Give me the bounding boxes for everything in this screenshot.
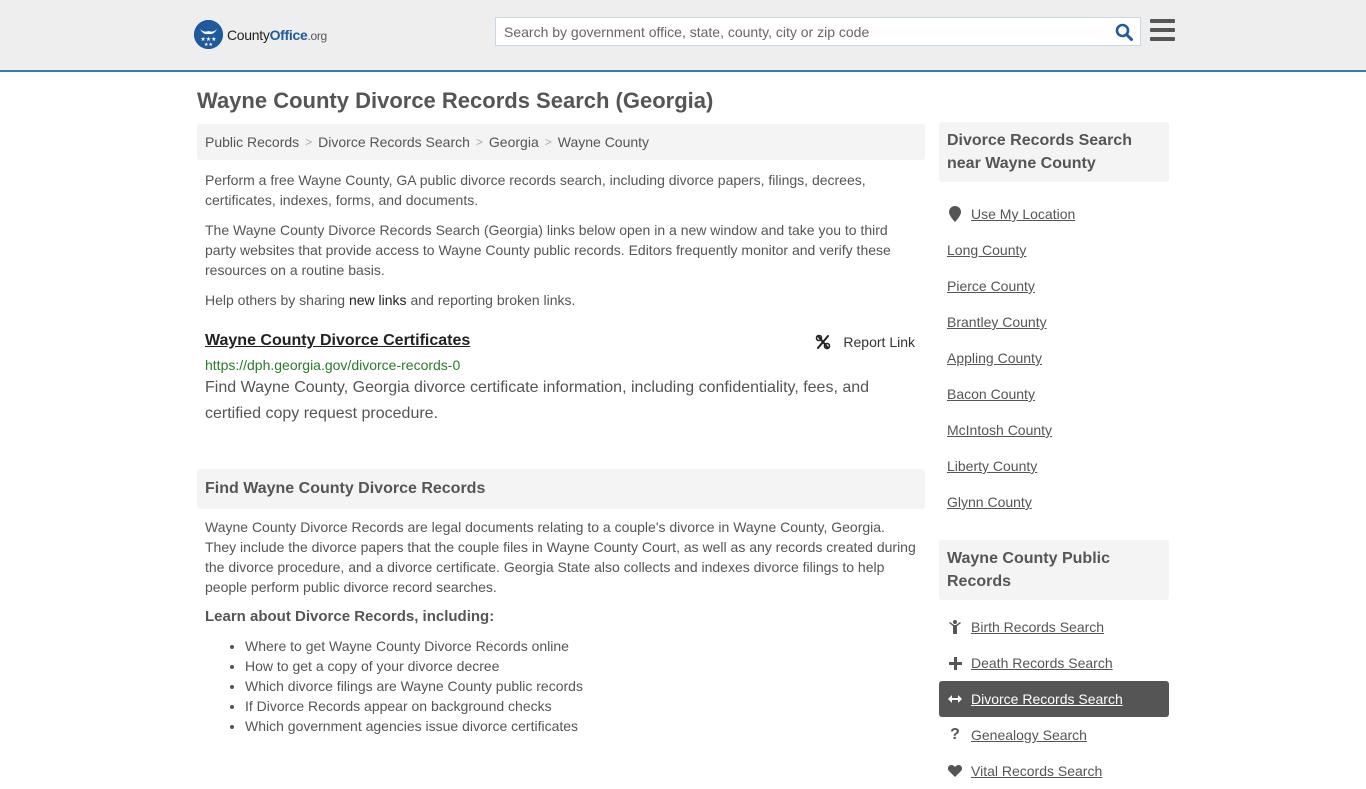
- list-item: Where to get Wayne County Divorce Record…: [245, 636, 925, 656]
- breadcrumb-georgia[interactable]: Georgia: [489, 134, 539, 150]
- breadcrumb-separator: >: [305, 135, 313, 149]
- death-records-link[interactable]: Death Records Search: [971, 655, 1113, 671]
- sidebar-item-divorce-records[interactable]: Divorce Records Search: [939, 681, 1169, 717]
- nearby-county-link[interactable]: Long County: [947, 242, 1026, 258]
- top-header: ★★★ ★★ CountyOffice.org: [0, 0, 1366, 72]
- search-input[interactable]: [496, 18, 1108, 45]
- sidebar-item-birth-records: Birth Records Search: [939, 609, 1169, 645]
- nearby-county-link[interactable]: Brantley County: [947, 314, 1047, 330]
- intro-paragraph: Perform a free Wayne County, GA public d…: [205, 172, 866, 208]
- hamburger-menu-icon[interactable]: [1150, 19, 1175, 41]
- breadcrumb: Public Records > Divorce Records Search …: [197, 124, 925, 160]
- child-icon: [947, 620, 963, 634]
- share-links-paragraph: Help others by sharing new links and rep…: [205, 292, 576, 308]
- search-icon: [1115, 23, 1133, 41]
- eagle-stars-icon: ★★★ ★★: [194, 20, 223, 49]
- site-logo[interactable]: ★★★ ★★ CountyOffice.org: [194, 20, 327, 49]
- breadcrumb-public-records[interactable]: Public Records: [205, 134, 299, 150]
- use-my-location-link[interactable]: Use My Location: [971, 206, 1075, 222]
- birth-records-link[interactable]: Birth Records Search: [971, 619, 1104, 635]
- breadcrumb-separator: >: [475, 135, 483, 149]
- nearby-county-list: Use My Location Long County Pierce Count…: [939, 196, 1169, 520]
- sidebar-item-brantley-county: Brantley County: [939, 304, 1169, 340]
- nearby-heading: Divorce Records Search near Wayne County: [939, 122, 1169, 182]
- divorce-records-link[interactable]: Divorce Records Search: [971, 691, 1123, 707]
- arrows-horizontal-icon: [947, 694, 963, 704]
- nearby-county-link[interactable]: Pierce County: [947, 278, 1035, 294]
- broken-link-icon: [816, 334, 831, 350]
- search-button[interactable]: [1108, 18, 1140, 45]
- genealogy-link[interactable]: Genealogy Search: [971, 727, 1087, 743]
- page-title: Wayne County Divorce Records Search (Geo…: [197, 88, 714, 113]
- use-my-location-item: Use My Location: [939, 196, 1169, 232]
- sidebar-item-bacon-county: Bacon County: [939, 376, 1169, 412]
- sidebar-item-death-records: Death Records Search: [939, 645, 1169, 681]
- breadcrumb-separator: >: [544, 135, 552, 149]
- search-bar: [495, 17, 1141, 46]
- resource-link-url: https://dph.georgia.gov/divorce-records-…: [205, 357, 461, 373]
- list-item: How to get a copy of your divorce decree: [245, 656, 925, 676]
- list-item: Which government agencies issue divorce …: [245, 716, 925, 736]
- find-records-paragraph: Wayne County Divorce Records are legal d…: [205, 519, 916, 595]
- breadcrumb-wayne-county[interactable]: Wayne County: [558, 134, 649, 150]
- sidebar: Divorce Records Search near Wayne County…: [939, 122, 1169, 789]
- public-records-list: Birth Records Search Death Records Searc…: [939, 609, 1169, 789]
- sidebar-item-glynn-county: Glynn County: [939, 484, 1169, 520]
- sidebar-item-appling-county: Appling County: [939, 340, 1169, 376]
- resource-link-title[interactable]: Wayne County Divorce Certificates: [205, 330, 470, 352]
- report-link-button[interactable]: Report Link: [815, 334, 915, 350]
- resource-link-description: Find Wayne County, Georgia divorce certi…: [205, 379, 870, 422]
- sidebar-item-genealogy: ? Genealogy Search: [939, 717, 1169, 753]
- learn-about-heading: Learn about Divorce Records, including:: [205, 608, 495, 625]
- learn-about-list: Where to get Wayne County Divorce Record…: [197, 636, 925, 736]
- breadcrumb-divorce-records-search[interactable]: Divorce Records Search: [318, 134, 470, 150]
- new-links-link[interactable]: new links: [349, 292, 407, 308]
- sidebar-item-pierce-county: Pierce County: [939, 268, 1169, 304]
- question-icon: ?: [950, 726, 960, 743]
- sidebar-item-liberty-county: Liberty County: [939, 448, 1169, 484]
- map-marker-icon: [947, 206, 963, 222]
- list-item: If Divorce Records appear on background …: [245, 696, 925, 716]
- nearby-county-link[interactable]: Glynn County: [947, 494, 1032, 510]
- disclaimer-paragraph: The Wayne County Divorce Records Search …: [205, 222, 891, 278]
- public-records-heading: Wayne County Public Records: [939, 540, 1169, 600]
- main-content: Public Records > Divorce Records Search …: [197, 124, 925, 736]
- nearby-county-link[interactable]: Bacon County: [947, 386, 1035, 402]
- sidebar-item-vital-records: Vital Records Search: [939, 753, 1169, 789]
- list-item: Which divorce filings are Wayne County p…: [245, 676, 925, 696]
- logo-text: CountyOffice.org: [227, 26, 327, 43]
- find-records-heading: Find Wayne County Divorce Records: [197, 469, 925, 509]
- resource-link-card: Wayne County Divorce Certificates Report…: [197, 330, 925, 427]
- sidebar-item-mcintosh-county: McIntosh County: [939, 412, 1169, 448]
- nearby-county-link[interactable]: McIntosh County: [947, 422, 1052, 438]
- sidebar-item-long-county: Long County: [939, 232, 1169, 268]
- svg-text:★★: ★★: [204, 42, 213, 48]
- heartbeat-icon: [947, 765, 963, 777]
- plus-icon: [947, 656, 963, 670]
- nearby-county-link[interactable]: Appling County: [947, 350, 1042, 366]
- nearby-county-link[interactable]: Liberty County: [947, 458, 1037, 474]
- vital-records-link[interactable]: Vital Records Search: [971, 763, 1102, 779]
